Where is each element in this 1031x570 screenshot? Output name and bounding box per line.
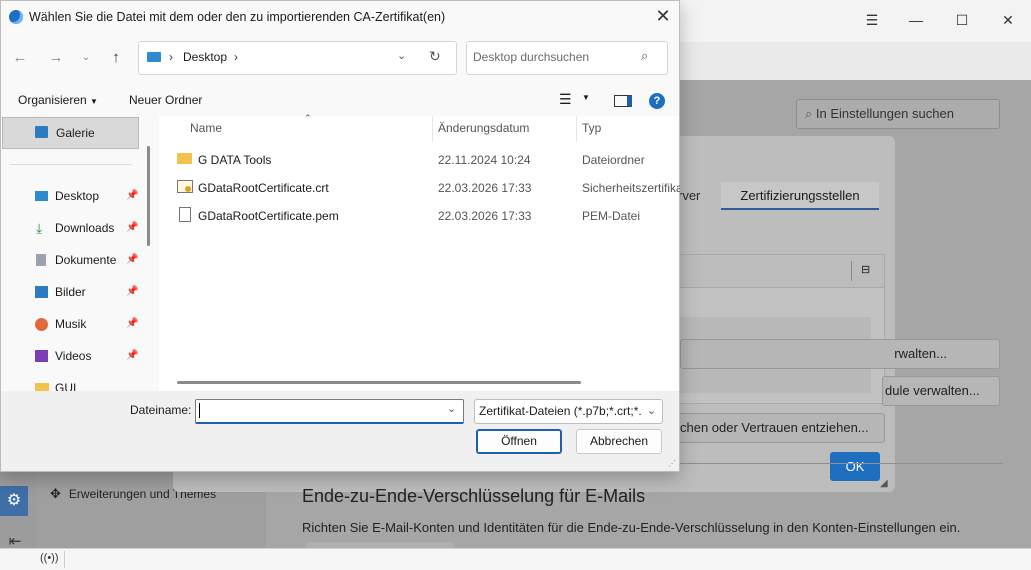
music-icon [35,318,48,331]
help-icon[interactable]: ? [649,93,665,109]
pin-icon[interactable]: 📌 [126,313,138,335]
filetype-dropdown-icon: ⌄ [647,400,661,423]
search-icon: ⌕ [805,106,813,121]
horizontal-scrollbar[interactable] [177,381,581,384]
puzzle-icon: ✥ [50,486,61,501]
e2e-description: Richten Sie E-Mail-Konten und Identitäte… [302,520,961,535]
nav-item-pictures[interactable]: Bilder 📌 [1,281,141,303]
pin-icon[interactable]: 📌 [126,249,138,271]
pin-icon[interactable]: 📌 [126,345,138,367]
desktop-icon [35,191,48,201]
divider [10,164,132,165]
security-modules-button[interactable]: dule verwalten... [882,376,1000,406]
nav-item-documents[interactable]: Dokumente 📌 [1,249,141,271]
dialog-titlebar: Wählen Sie die Datei mit dem oder den zu… [9,1,445,31]
filetype-select[interactable]: Zertifikat-Dateien (*.p7b;*.crt;*. ⌄ [474,399,663,424]
file-list: ⌃ Name Änderungsdatum Typ G DATA Tools 2… [159,113,680,391]
maximize-icon[interactable]: ☐ [950,8,974,32]
column-date[interactable]: Änderungsdatum [438,121,529,135]
list-row[interactable] [679,369,871,393]
breadcrumb-desktop[interactable]: Desktop [183,50,227,64]
column-name[interactable]: Name [190,121,222,135]
search-settings-input[interactable]: ⌕ In Einstellungen suchen [796,99,1000,129]
column-picker-icon[interactable]: ⊟ [861,263,870,276]
command-bar: Organisieren ▼ Neuer Ordner ☰ ▼ ? [1,87,679,115]
column-type[interactable]: Typ [582,121,601,135]
filename-label: Dateiname: [130,403,192,417]
file-row[interactable]: GDataRootCertificate.pem 22.03.2026 17:3… [177,203,677,229]
delete-or-distrust-button[interactable]: chen oder Vertrauen entziehen... [675,413,885,443]
tab-servers[interactable]: rver [678,182,700,210]
sort-ascending-icon: ⌃ [304,113,312,123]
nav-item-gui[interactable]: GUI [1,377,141,391]
filename-input[interactable]: ⌄ [195,399,464,424]
preview-pane-icon[interactable] [614,95,632,107]
folder-icon [35,383,49,391]
nav-item-desktop[interactable]: Desktop 📌 [1,185,141,207]
text-cursor [199,403,200,418]
menu-icon[interactable]: ☰ [860,8,884,32]
recent-locations-chevron-icon[interactable]: ⌄ [75,47,97,69]
video-icon [35,350,48,362]
pictures-icon [35,286,48,298]
dialog-footer: Dateiname: ⌄ Zertifikat-Dateien (*.p7b;*… [1,391,679,471]
list-row[interactable] [679,317,871,341]
nav-item-videos[interactable]: Videos 📌 [1,345,141,367]
nav-item-gallery[interactable]: Galerie [2,117,139,149]
new-folder-button[interactable]: Neuer Ordner [129,93,202,107]
navigation-bar: ← → ⌄ ↑ › Desktop › ⌄ ↻ Desktop durchsuc… [1,37,679,79]
file-row[interactable]: GDataRootCertificate.crt 22.03.2026 17:3… [177,175,680,201]
pin-icon[interactable]: 📌 [126,217,138,239]
file-open-dialog: Wählen Sie die Datei mit dem oder den zu… [0,0,680,472]
address-bar[interactable]: › Desktop › ⌄ ↻ [138,41,457,75]
status-bar: ((•)) [0,548,1031,570]
organize-menu[interactable]: Organisieren ▼ [18,93,98,107]
dropdown-icon: ▼ [90,97,98,106]
minimize-icon[interactable]: — [904,8,928,32]
forward-arrow-icon[interactable]: → [45,47,67,69]
list-header: ⊟ [679,255,884,288]
address-dropdown-icon[interactable]: ⌄ [397,49,406,62]
back-arrow-icon[interactable]: ← [9,47,31,69]
certificate-icon [177,180,193,193]
open-button[interactable]: Öffnen [476,429,562,454]
refresh-icon[interactable]: ↻ [429,48,441,65]
cancel-button[interactable]: Abbrechen [576,429,662,454]
file-row[interactable]: G DATA Tools 22.11.2024 10:24 Dateiordne… [177,147,677,173]
pin-icon[interactable]: 📌 [126,281,138,303]
ok-button[interactable]: OK [830,452,880,481]
resize-grip-icon[interactable]: ◢ [880,478,888,489]
search-icon: ⌕ [641,48,649,63]
document-icon [36,254,46,266]
folder-icon [177,153,192,164]
breadcrumb-separator-icon: › [169,50,173,64]
tab-authorities[interactable]: Zertifizierungsstellen [721,182,879,210]
close-icon[interactable]: ✕ [651,6,675,26]
close-app-icon[interactable]: ✕ [996,8,1020,32]
filename-dropdown-icon[interactable]: ⌄ [447,402,456,415]
desktop-icon [147,52,161,62]
view-options-icon[interactable]: ☰ [559,91,572,108]
view-dropdown-icon[interactable]: ▼ [582,93,590,102]
manage-button[interactable]: rwalten... [680,339,1000,369]
navigation-pane: Galerie Desktop 📌 ⤓ Downloads 📌 Dokument… [1,116,151,391]
download-icon: ⤓ [36,220,43,236]
e2e-title: Ende-zu-Ende-Verschlüsselung für E-Mails [302,486,646,506]
folder-search-input[interactable]: Desktop durchsuchen ⌕ [466,41,668,75]
nav-item-music[interactable]: Musik 📌 [1,313,141,335]
connection-icon[interactable]: ((•)) [40,552,59,564]
gallery-icon [35,126,48,138]
resize-grip-icon[interactable]: ⋰ [668,459,676,468]
thunderbird-icon [9,9,23,24]
nav-scrollbar[interactable] [147,146,150,246]
settings-gear-icon[interactable]: ⚙ [0,486,28,516]
certificate-list[interactable]: ⊟ [678,254,885,404]
pin-icon[interactable]: 📌 [126,185,138,207]
file-icon [179,207,191,222]
certificate-tabs: rver Zertifizierungsstellen [678,182,880,212]
nav-item-downloads[interactable]: ⤓ Downloads 📌 [1,217,141,239]
up-arrow-icon[interactable]: ↑ [105,47,127,69]
breadcrumb-chevron-icon[interactable]: › [234,50,238,64]
